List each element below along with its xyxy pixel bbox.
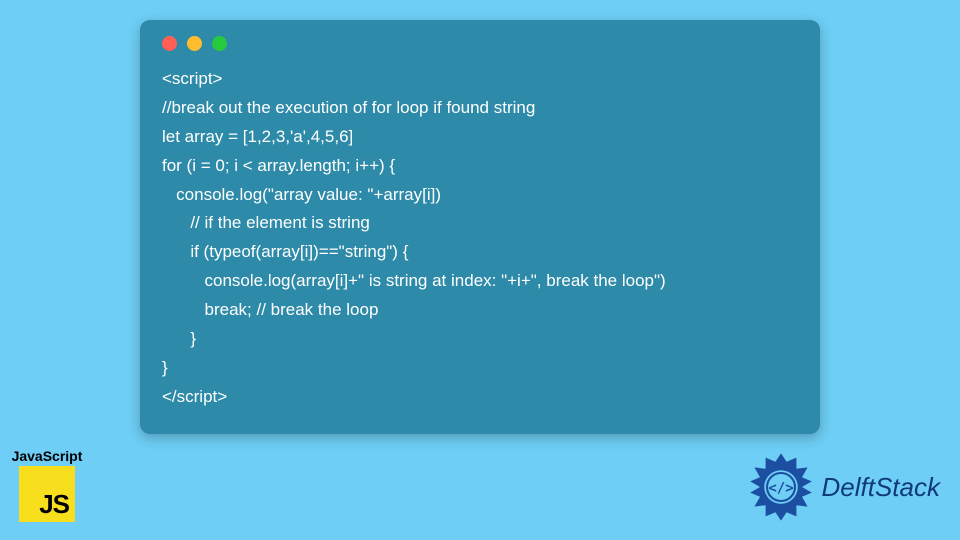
maximize-icon — [212, 36, 227, 51]
code-block: <script> //break out the execution of fo… — [162, 65, 798, 412]
javascript-label: JavaScript — [2, 448, 92, 464]
delftstack-brand-text: DelftStack — [822, 472, 941, 503]
svg-text:</>: </> — [768, 481, 793, 497]
window-traffic-lights — [162, 36, 798, 51]
minimize-icon — [187, 36, 202, 51]
delftstack-logo-icon: </> — [746, 452, 816, 522]
javascript-logo-text: JS — [39, 489, 69, 520]
code-window: <script> //break out the execution of fo… — [140, 20, 820, 434]
close-icon — [162, 36, 177, 51]
delftstack-brand: </> DelftStack — [746, 452, 941, 522]
javascript-badge: JavaScript JS — [2, 448, 92, 522]
javascript-logo-icon: JS — [19, 466, 75, 522]
